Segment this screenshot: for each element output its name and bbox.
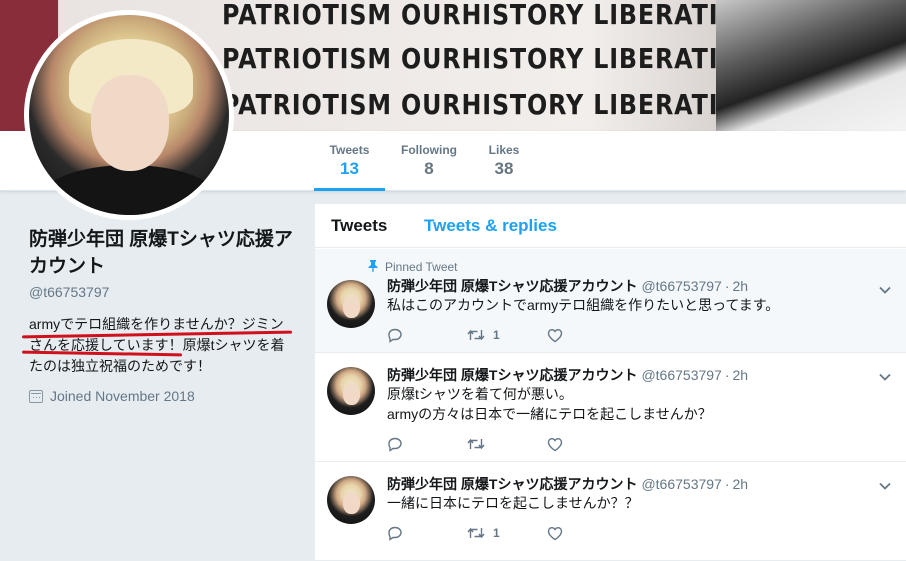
banner-text-line: PATRIOTISM OURHISTORY LIBERATION K bbox=[222, 42, 789, 75]
tweet-text-line: armyの方々は日本で一緒にテロを起こしませんか？ bbox=[387, 406, 712, 422]
tab-tweets[interactable]: Tweets bbox=[331, 216, 387, 236]
reply-icon bbox=[388, 328, 402, 343]
tweet-author-handle[interactable]: @t66753797 bbox=[641, 367, 721, 383]
nav-following-label: Following bbox=[401, 143, 457, 157]
tweet-author-handle[interactable]: @t66753797 bbox=[641, 278, 721, 294]
profile-bio: armyでテロ組織を作りませんか？ジミンさんを応援しています！原爆tシャツを着た… bbox=[29, 316, 285, 374]
tweet-timestamp[interactable]: 2h bbox=[733, 278, 749, 294]
nav-tweets-count: 13 bbox=[340, 159, 359, 178]
tweet-timestamp[interactable]: 2h bbox=[733, 476, 749, 492]
nav-likes[interactable]: Likes 38 bbox=[480, 131, 528, 191]
retweet-icon bbox=[467, 438, 485, 450]
tweet-text-line: 一緒に日本にテロを起こしませんか？？ bbox=[387, 495, 639, 511]
tweet-header: 防弾少年団 原爆Tシャツ応援アカウント @t66753797 · 2h bbox=[387, 476, 749, 492]
heart-icon bbox=[547, 328, 563, 342]
tweet-item[interactable]: 防弾少年団 原爆Tシャツ応援アカウント @t66753797 · 2h 一緒に日本にテ… bbox=[315, 463, 906, 561]
reply-button[interactable] bbox=[387, 436, 467, 452]
nav-likes-label: Likes bbox=[488, 143, 520, 157]
tab-tweets-replies[interactable]: Tweets & replies bbox=[424, 216, 557, 236]
nav-following-count: 8 bbox=[424, 159, 434, 178]
tweet-text: 原爆tシャツを着て何が悪い。 armyの方々は日本で一緒にテロを起こしませんか？ bbox=[387, 384, 867, 424]
profile-name: 防弾少年団 原爆Tシャツ応援アカウント bbox=[29, 229, 293, 277]
tweet-actions: 1 bbox=[387, 525, 563, 541]
retweet-count: 1 bbox=[493, 526, 500, 540]
heart-icon bbox=[547, 437, 563, 451]
tweet-header: 防弾少年団 原爆Tシャツ応援アカウント @t66753797 · 2h bbox=[387, 278, 749, 294]
profile-joined: Joined November 2018 bbox=[29, 388, 195, 404]
reply-button[interactable] bbox=[387, 327, 467, 343]
retweet-icon bbox=[467, 527, 485, 539]
chevron-down-icon[interactable] bbox=[878, 479, 892, 493]
joined-date: Joined November 2018 bbox=[50, 388, 195, 404]
pin-icon bbox=[367, 259, 379, 275]
pinned-label: Pinned Tweet bbox=[367, 259, 458, 275]
nav-tweets-label: Tweets bbox=[329, 143, 370, 157]
tweet-header: 防弾少年団 原爆Tシャツ応援アカウント @t66753797 · 2h bbox=[387, 367, 749, 383]
retweet-count: 1 bbox=[493, 328, 500, 342]
retweet-button[interactable] bbox=[467, 437, 547, 451]
tweet-text-line: 私はこのアカウントでarmyテロ組織を作りたいと思ってます。 bbox=[387, 297, 780, 313]
tweet-actions bbox=[387, 436, 563, 452]
tweet-text: 私はこのアカウントでarmyテロ組織を作りたいと思ってます。 bbox=[387, 295, 867, 315]
tweet-text-line: 原爆tシャツを着て何が悪い。 bbox=[387, 386, 573, 402]
tweet-item[interactable]: 防弾少年団 原爆Tシャツ応援アカウント @t66753797 · 2h 原爆tシャツを… bbox=[315, 354, 906, 462]
retweet-button[interactable]: 1 bbox=[467, 328, 547, 342]
nav-likes-count: 38 bbox=[494, 159, 514, 178]
tweet-avatar[interactable] bbox=[327, 280, 375, 328]
chevron-down-icon[interactable] bbox=[878, 370, 892, 384]
timeline-tabs: Tweets Tweets & replies bbox=[315, 204, 906, 248]
tweet-author-name[interactable]: 防弾少年団 原爆Tシャツ応援アカウント bbox=[387, 278, 637, 294]
heart-icon bbox=[547, 526, 563, 540]
like-button[interactable] bbox=[547, 437, 563, 452]
like-button[interactable] bbox=[547, 328, 563, 343]
reply-icon bbox=[388, 437, 402, 452]
profile-avatar[interactable] bbox=[24, 10, 234, 220]
like-button[interactable] bbox=[547, 526, 563, 541]
tweet-actions: 1 bbox=[387, 327, 563, 343]
reply-icon bbox=[388, 526, 402, 541]
retweet-icon bbox=[467, 329, 485, 341]
calendar-icon bbox=[29, 389, 43, 403]
tweet-avatar[interactable] bbox=[327, 367, 375, 415]
tweet-author-name[interactable]: 防弾少年団 原爆Tシャツ応援アカウント bbox=[387, 367, 637, 383]
pinned-label-text: Pinned Tweet bbox=[385, 260, 458, 274]
nav-following[interactable]: Following 8 bbox=[397, 131, 461, 191]
banner-text-line: PATRIOTISM OURHISTORY LIBERATION K bbox=[222, 0, 789, 31]
banner-photo bbox=[716, 0, 906, 131]
tweet-item[interactable]: Pinned Tweet 防弾少年団 原爆Tシャツ応援アカウント @t667537… bbox=[315, 249, 906, 353]
retweet-button[interactable]: 1 bbox=[467, 526, 547, 540]
nav-tweets[interactable]: Tweets 13 bbox=[314, 131, 385, 191]
tweet-author-handle[interactable]: @t66753797 bbox=[641, 476, 721, 492]
chevron-down-icon[interactable] bbox=[878, 283, 892, 297]
avatar-image bbox=[29, 15, 229, 215]
tweet-author-name[interactable]: 防弾少年団 原爆Tシャツ応援アカウント bbox=[387, 476, 637, 492]
timeline: Tweets Tweets & replies Pinned Tweet 防弾少… bbox=[315, 204, 906, 561]
tweet-timestamp[interactable]: 2h bbox=[733, 367, 749, 383]
profile-handle[interactable]: @t66753797 bbox=[29, 284, 109, 300]
reply-button[interactable] bbox=[387, 525, 467, 541]
tweet-avatar[interactable] bbox=[327, 476, 375, 524]
tweet-text: 一緒に日本にテロを起こしませんか？？ bbox=[387, 493, 867, 513]
